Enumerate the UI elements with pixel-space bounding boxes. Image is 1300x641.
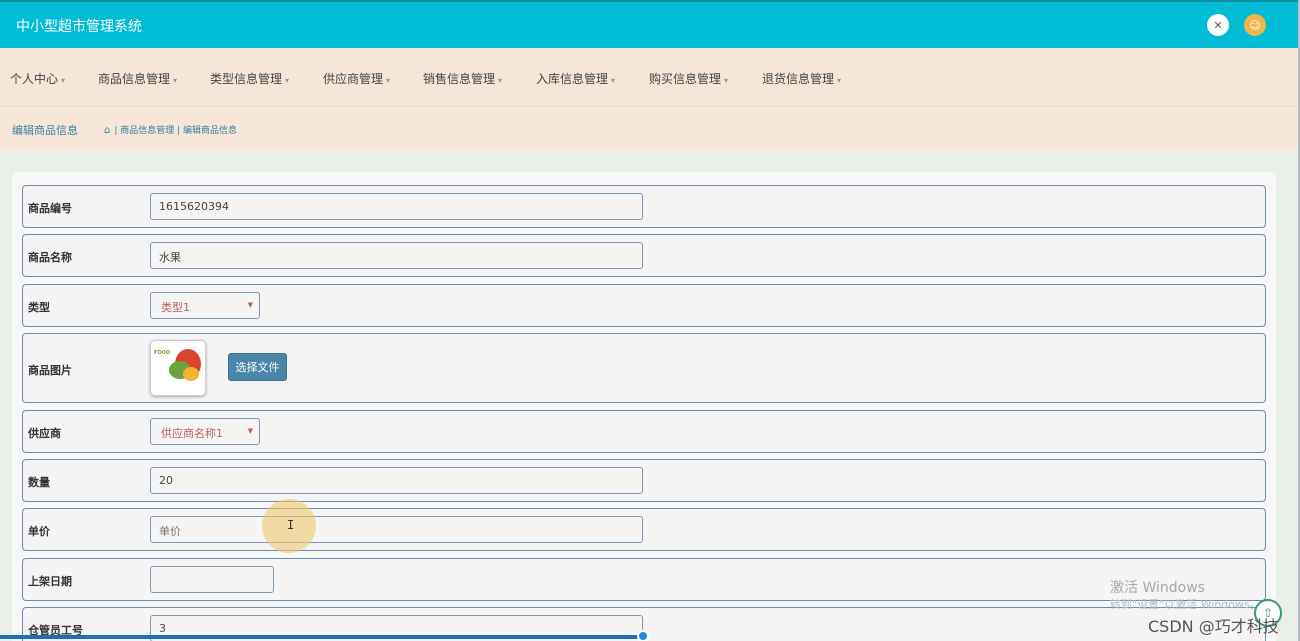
form-row-quantity: 数量 20 bbox=[22, 459, 1266, 502]
goods-image-thumbnail: FOOD bbox=[150, 340, 206, 396]
chevron-down-icon: ▾ bbox=[611, 76, 616, 85]
nav-label: 商品信息管理 bbox=[98, 72, 171, 86]
chevron-down-icon: ▾ bbox=[285, 76, 290, 85]
form-row-goods-no: 商品编号 1615620394 bbox=[22, 185, 1266, 228]
chevron-down-icon: ▾ bbox=[386, 76, 391, 85]
nav-label: 个人中心 bbox=[10, 72, 59, 86]
shelf-date-input[interactable] bbox=[150, 566, 274, 593]
chevron-down-icon: ▾ bbox=[173, 76, 178, 85]
home-icon[interactable]: ⌂ bbox=[104, 125, 110, 136]
video-progress-bar[interactable] bbox=[0, 635, 640, 639]
app-title: 中小型超市管理系统 bbox=[16, 19, 142, 35]
nav-type-info[interactable]: 类型信息管理 ▾ bbox=[210, 70, 289, 87]
goods-no-input[interactable]: 1615620394 bbox=[150, 193, 643, 220]
breadcrumb-path: ⌂ | 商品信息管理 | 编辑商品信息 bbox=[104, 123, 237, 136]
nav-label: 供应商管理 bbox=[323, 72, 384, 86]
quantity-input[interactable]: 20 bbox=[150, 467, 643, 494]
form-row-supplier: 供应商 供应商名称1 ▼ bbox=[22, 410, 1266, 453]
price-label: 单价 bbox=[28, 525, 50, 538]
shelf-date-label: 上架日期 bbox=[28, 575, 72, 588]
supplier-select-value: 供应商名称1 bbox=[161, 427, 223, 440]
user-avatar-icon[interactable]: ☺ bbox=[1244, 14, 1266, 36]
windows-activation-title: 激活 Windows bbox=[1110, 580, 1205, 596]
nav-label: 退货信息管理 bbox=[762, 72, 835, 86]
goods-no-label: 商品编号 bbox=[28, 202, 72, 215]
nav-personal-center[interactable]: 个人中心 ▾ bbox=[10, 70, 65, 87]
nav-label: 购买信息管理 bbox=[649, 72, 722, 86]
chevron-down-icon: ▼ bbox=[247, 301, 253, 309]
windows-activation-subtitle: 转到"设置"以激活 Windows。 bbox=[1110, 598, 1261, 611]
nav-supplier[interactable]: 供应商管理 ▾ bbox=[323, 70, 390, 87]
form-row-shelf-date: 上架日期 bbox=[22, 558, 1266, 601]
top-bar: 中小型超市管理系统 ✕ ☺ bbox=[0, 0, 1298, 48]
image-label: 商品图片 bbox=[28, 364, 72, 377]
supplier-select[interactable]: 供应商名称1 ▼ bbox=[150, 418, 260, 445]
main-nav: 个人中心 ▾ 商品信息管理 ▾ 类型信息管理 ▾ 供应商管理 ▾ 销售信息管理 ▾ 入库信… bbox=[0, 48, 1298, 107]
chevron-down-icon: ▾ bbox=[498, 76, 503, 85]
thumb-caption: FOOD bbox=[154, 350, 171, 356]
nav-sales-info[interactable]: 销售信息管理 ▾ bbox=[423, 70, 502, 87]
form-row-type: 类型 类型1 ▼ bbox=[22, 284, 1266, 327]
quantity-label: 数量 bbox=[28, 476, 50, 489]
choose-file-button[interactable]: 选择文件 bbox=[228, 353, 287, 381]
chevron-down-icon: ▼ bbox=[247, 427, 253, 435]
nav-label: 销售信息管理 bbox=[423, 72, 496, 86]
csdn-watermark: CSDN @巧才科技 bbox=[1148, 617, 1279, 636]
price-input[interactable]: 单价 bbox=[150, 516, 643, 543]
text-cursor-icon: I bbox=[287, 518, 295, 532]
form-row-image: 商品图片 FOOD 选择文件 bbox=[22, 333, 1266, 403]
thumb-decoration bbox=[183, 367, 199, 381]
nav-purchase[interactable]: 购买信息管理 ▾ bbox=[649, 70, 728, 87]
form-row-goods-name: 商品名称 水果 bbox=[22, 234, 1266, 277]
video-progress-handle[interactable] bbox=[637, 630, 649, 641]
nav-label: 入库信息管理 bbox=[536, 72, 609, 86]
type-select[interactable]: 类型1 ▼ bbox=[150, 292, 260, 319]
nav-goods-info[interactable]: 商品信息管理 ▾ bbox=[98, 70, 177, 87]
form-row-price: 单价 单价 bbox=[22, 508, 1266, 551]
breadcrumb-text[interactable]: | 商品信息管理 | 编辑商品信息 bbox=[114, 126, 237, 136]
chevron-down-icon: ▾ bbox=[61, 76, 66, 85]
page-title: 编辑商品信息 bbox=[12, 124, 78, 137]
nav-stock-in[interactable]: 入库信息管理 ▾ bbox=[536, 70, 615, 87]
nav-label: 类型信息管理 bbox=[210, 72, 283, 86]
goods-name-input[interactable]: 水果 bbox=[150, 242, 643, 269]
type-label: 类型 bbox=[28, 301, 50, 314]
fullscreen-icon[interactable]: ✕ bbox=[1207, 14, 1229, 36]
goods-name-label: 商品名称 bbox=[28, 251, 72, 264]
breadcrumb: 编辑商品信息 ⌂ | 商品信息管理 | 编辑商品信息 bbox=[0, 107, 1298, 150]
chevron-down-icon: ▾ bbox=[724, 76, 729, 85]
supplier-label: 供应商 bbox=[28, 427, 61, 440]
nav-returns[interactable]: 退货信息管理 ▾ bbox=[762, 70, 841, 87]
type-select-value: 类型1 bbox=[161, 301, 190, 314]
chevron-down-icon: ▾ bbox=[837, 76, 842, 85]
